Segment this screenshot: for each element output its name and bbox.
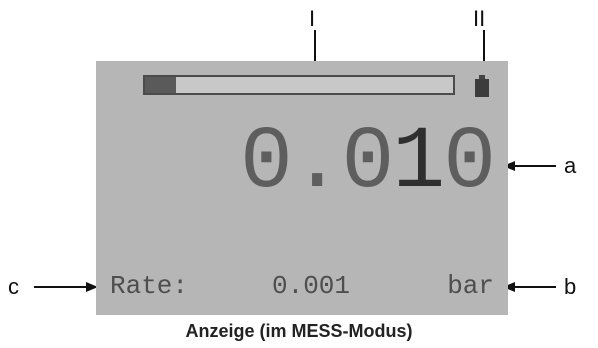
callout-label-I: I	[309, 6, 316, 31]
progress-bar-fill	[145, 77, 176, 93]
callout-label-II: II	[473, 6, 486, 31]
callout-label-c: c	[8, 274, 19, 299]
callout-label-a: a	[564, 153, 577, 178]
callout-line-I	[314, 30, 316, 64]
measurement-progress-bar	[143, 75, 455, 95]
unit-label: bar	[447, 271, 494, 301]
reading-cursor-digit: 1	[392, 114, 445, 213]
callout-line-b	[514, 286, 556, 288]
reading-prefix: 0.0	[239, 114, 394, 213]
rate-label: Rate:	[110, 271, 189, 301]
callout-line-a	[514, 165, 556, 167]
measurement-reading: 0.010	[240, 120, 496, 208]
reading-suffix: 0	[443, 114, 496, 213]
rate-value: 0.001	[272, 271, 351, 301]
battery-icon	[474, 75, 490, 97]
callout-label-b: b	[564, 274, 577, 299]
lcd-display: 0.010 Rate: 0.001 bar	[96, 61, 508, 315]
figure-caption: Anzeige (im MESS-Modus)	[185, 321, 413, 341]
callout-line-II	[483, 30, 485, 64]
callout-line-c	[34, 286, 88, 288]
